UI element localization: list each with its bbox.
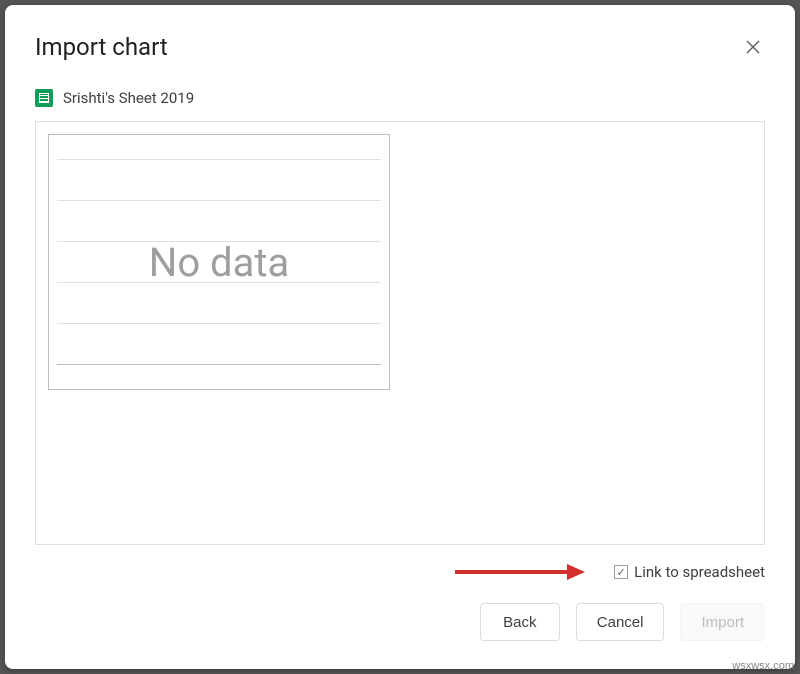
import-button: Import [680,603,765,641]
link-option-row: ✓ Link to spreadsheet [35,563,765,581]
dialog-footer: Back Cancel Import [35,603,765,641]
annotation-arrow-icon [455,562,585,582]
no-data-label: No data [149,239,289,286]
link-to-spreadsheet-checkbox[interactable]: ✓ Link to spreadsheet [614,563,765,581]
back-button[interactable]: Back [480,603,560,641]
dialog-title: Import chart [35,33,168,61]
google-sheets-icon [35,89,53,107]
checkbox-label: Link to spreadsheet [634,563,765,581]
close-button[interactable] [741,35,765,59]
sheet-source-row: Srishti's Sheet 2019 [35,89,765,107]
close-icon [746,40,760,54]
chart-selection-area: No data [35,121,765,545]
chart-preview-thumbnail[interactable]: No data [48,134,390,390]
cancel-button[interactable]: Cancel [576,603,665,641]
checkbox-icon: ✓ [614,565,628,579]
sheet-name-label: Srishti's Sheet 2019 [63,89,194,107]
dialog-header: Import chart [35,33,765,61]
watermark-text: wsxwsx.com [732,660,794,672]
import-chart-dialog: Import chart Srishti's Sheet 2019 No dat… [5,5,795,669]
